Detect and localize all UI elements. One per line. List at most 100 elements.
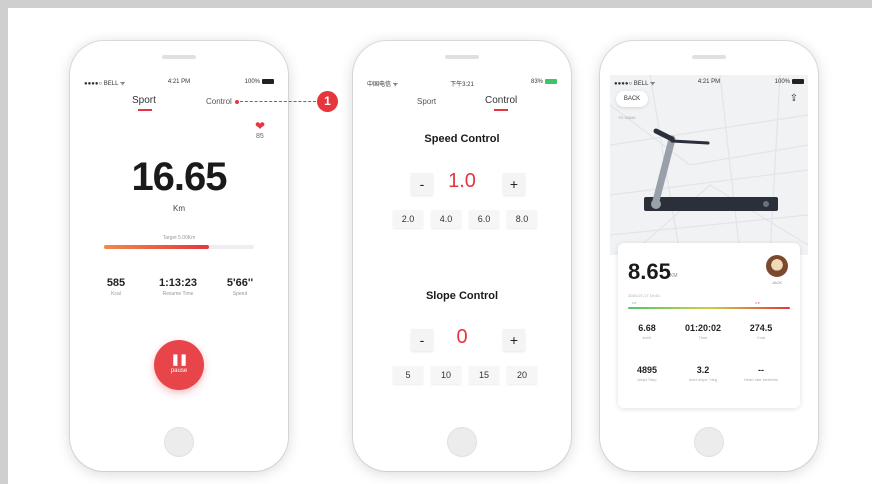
- slope-preset-4[interactable]: 20: [507, 366, 537, 384]
- result-stat-speed-label: km/h: [642, 335, 652, 340]
- result-stat-heart-rate: -- Heart rate beat/min: [736, 365, 786, 382]
- status-bar: ●●●●○ BELL ᯤ 4:21 PM 100%: [84, 79, 274, 89]
- tab-sport[interactable]: Sport: [417, 97, 436, 106]
- home-button[interactable]: [694, 427, 724, 457]
- phone-sport: ●●●●○ BELL ᯤ 4:21 PM 100% Sport Control …: [70, 41, 288, 471]
- status-time: 4:21 PM: [697, 79, 721, 85]
- result-card: 8.65 KM 2020-07-17 19:43 JACK 0.8' 2.6' …: [618, 243, 800, 408]
- tab-control[interactable]: Control: [485, 95, 517, 106]
- speed-decrease-button[interactable]: -: [411, 173, 433, 195]
- status-time: 下午3:21: [450, 82, 474, 88]
- result-stat-kcal-value: 274.5: [749, 323, 773, 333]
- status-carrier: ●●●●○ BELL ᯤ: [614, 81, 656, 87]
- result-stat-speed-value: 6.68: [638, 323, 656, 333]
- phone-speaker: [162, 55, 196, 59]
- phone-result: BACK ⇪ TS-30686 ●●●●○ BELL ᯤ 4:21 PM 100…: [600, 41, 818, 471]
- stat-resume-time-value: 1:13:23: [159, 277, 197, 289]
- heart-rate-value: 85: [256, 133, 264, 140]
- back-button[interactable]: BACK: [616, 91, 648, 107]
- status-carrier: ●●●●○ BELL ᯤ: [84, 81, 126, 87]
- speed-preset-2[interactable]: 4.0: [431, 210, 461, 228]
- result-unit: KM: [670, 273, 678, 279]
- result-stat-slope: 3.2 Aver slope °deg: [678, 365, 728, 382]
- pause-label: pause: [170, 368, 188, 374]
- target-progress-fill: [104, 245, 209, 249]
- battery-text: 100%: [774, 79, 790, 86]
- control-indicator-dot: [235, 100, 239, 104]
- home-button[interactable]: [164, 427, 194, 457]
- callout-leader-line: [240, 101, 316, 102]
- bar-right-label: 2.6': [755, 301, 760, 305]
- phone-speaker: [445, 55, 479, 59]
- result-stat-slope-value: 3.2: [696, 365, 710, 375]
- result-stat-heart-rate-label: Heart rate beat/min: [743, 377, 779, 382]
- stat-speed-value: 5'66'': [226, 277, 254, 289]
- target-label: Target 5.00Km: [162, 235, 196, 241]
- result-stat-time-value: 01:20:02: [684, 323, 722, 333]
- share-icon[interactable]: ⇪: [786, 91, 802, 107]
- battery-icon: [262, 79, 274, 84]
- speed-preset-4[interactable]: 8.0: [507, 210, 537, 228]
- status-battery: 83%: [531, 79, 557, 85]
- battery-icon: [545, 79, 557, 84]
- bar-left-label: 0.8': [632, 301, 637, 305]
- avatar[interactable]: [766, 255, 788, 277]
- status-time: 4:21 PM: [167, 79, 191, 85]
- slope-decrease-button[interactable]: -: [411, 329, 433, 351]
- heart-icon: ❤: [255, 119, 266, 133]
- pace-gradient-bar: [628, 307, 790, 309]
- phone-control: 中国电信 ᯤ 下午3:21 83% Sport Control Speed Co…: [353, 41, 571, 471]
- speed-preset-3[interactable]: 6.0: [469, 210, 499, 228]
- pause-icon: ❚❚: [170, 354, 188, 366]
- result-stat-heart-rate-value: --: [758, 365, 764, 375]
- status-bar: ●●●●○ BELL ᯤ 4:21 PM 100%: [614, 79, 804, 89]
- control-screen: 中国电信 ᯤ 下午3:21 83% Sport Control Speed Co…: [363, 75, 561, 413]
- sport-screen: ●●●●○ BELL ᯤ 4:21 PM 100% Sport Control …: [80, 75, 278, 413]
- tab-control-underline: [494, 109, 508, 111]
- slope-preset-1[interactable]: 5: [393, 366, 423, 384]
- user-name: JACK: [771, 280, 783, 285]
- device-id-label: TS-30686: [618, 115, 636, 120]
- tab-sport-underline: [138, 109, 152, 111]
- stat-kcal: 585 Kcal: [86, 277, 146, 297]
- stat-kcal-value: 585: [106, 277, 126, 289]
- result-stat-time: 01:20:02 Time: [678, 323, 728, 340]
- stat-speed-label: Speed: [232, 291, 248, 297]
- stat-kcal-label: Kcal: [111, 291, 121, 297]
- stat-resume-time-label: Resume Time: [162, 291, 194, 297]
- slope-control-title: Slope Control: [425, 290, 499, 302]
- result-screen: BACK ⇪ TS-30686 ●●●●○ BELL ᯤ 4:21 PM 100…: [610, 75, 808, 413]
- distance-unit: Km: [173, 204, 185, 213]
- result-distance: 8.65: [628, 259, 671, 284]
- result-stat-speed: 6.68 km/h: [622, 323, 672, 340]
- tab-control[interactable]: Control: [206, 97, 232, 106]
- callout-badge: 1: [317, 91, 338, 112]
- speed-control-title: Speed Control: [424, 133, 500, 145]
- screenshot-frame: ●●●●○ BELL ᯤ 4:21 PM 100% Sport Control …: [8, 8, 872, 484]
- status-carrier: 中国电信 ᯤ: [367, 82, 399, 88]
- slope-value: 0: [456, 326, 468, 348]
- pause-button[interactable]: ❚❚ pause: [154, 340, 204, 390]
- result-stat-slope-label: Aver slope °deg: [688, 377, 718, 382]
- stat-speed: 5'66'' Speed: [210, 277, 270, 297]
- target-progress-bar: [104, 245, 254, 249]
- battery-icon: [792, 79, 804, 84]
- result-stat-kcal: 274.5 Kcal: [736, 323, 786, 340]
- battery-text: 100%: [244, 79, 260, 86]
- speed-preset-1[interactable]: 2.0: [393, 210, 423, 228]
- status-battery: 100%: [245, 79, 274, 85]
- tab-sport[interactable]: Sport: [132, 95, 156, 106]
- battery-text: 83%: [530, 79, 543, 86]
- slope-preset-3[interactable]: 15: [469, 366, 499, 384]
- phone-speaker: [692, 55, 726, 59]
- speed-increase-button[interactable]: +: [503, 173, 525, 195]
- result-stat-kcal-label: Kcal: [757, 335, 765, 340]
- stat-resume-time: 1:13:23 Resume Time: [148, 277, 208, 297]
- result-stat-steps: 4895 steps Step: [622, 365, 672, 382]
- status-battery: 100%: [775, 79, 804, 85]
- result-date: 2020-07-17 19:43: [628, 293, 660, 298]
- slope-increase-button[interactable]: +: [503, 329, 525, 351]
- home-button[interactable]: [447, 427, 477, 457]
- distance-value: 16.65: [131, 155, 227, 199]
- slope-preset-2[interactable]: 10: [431, 366, 461, 384]
